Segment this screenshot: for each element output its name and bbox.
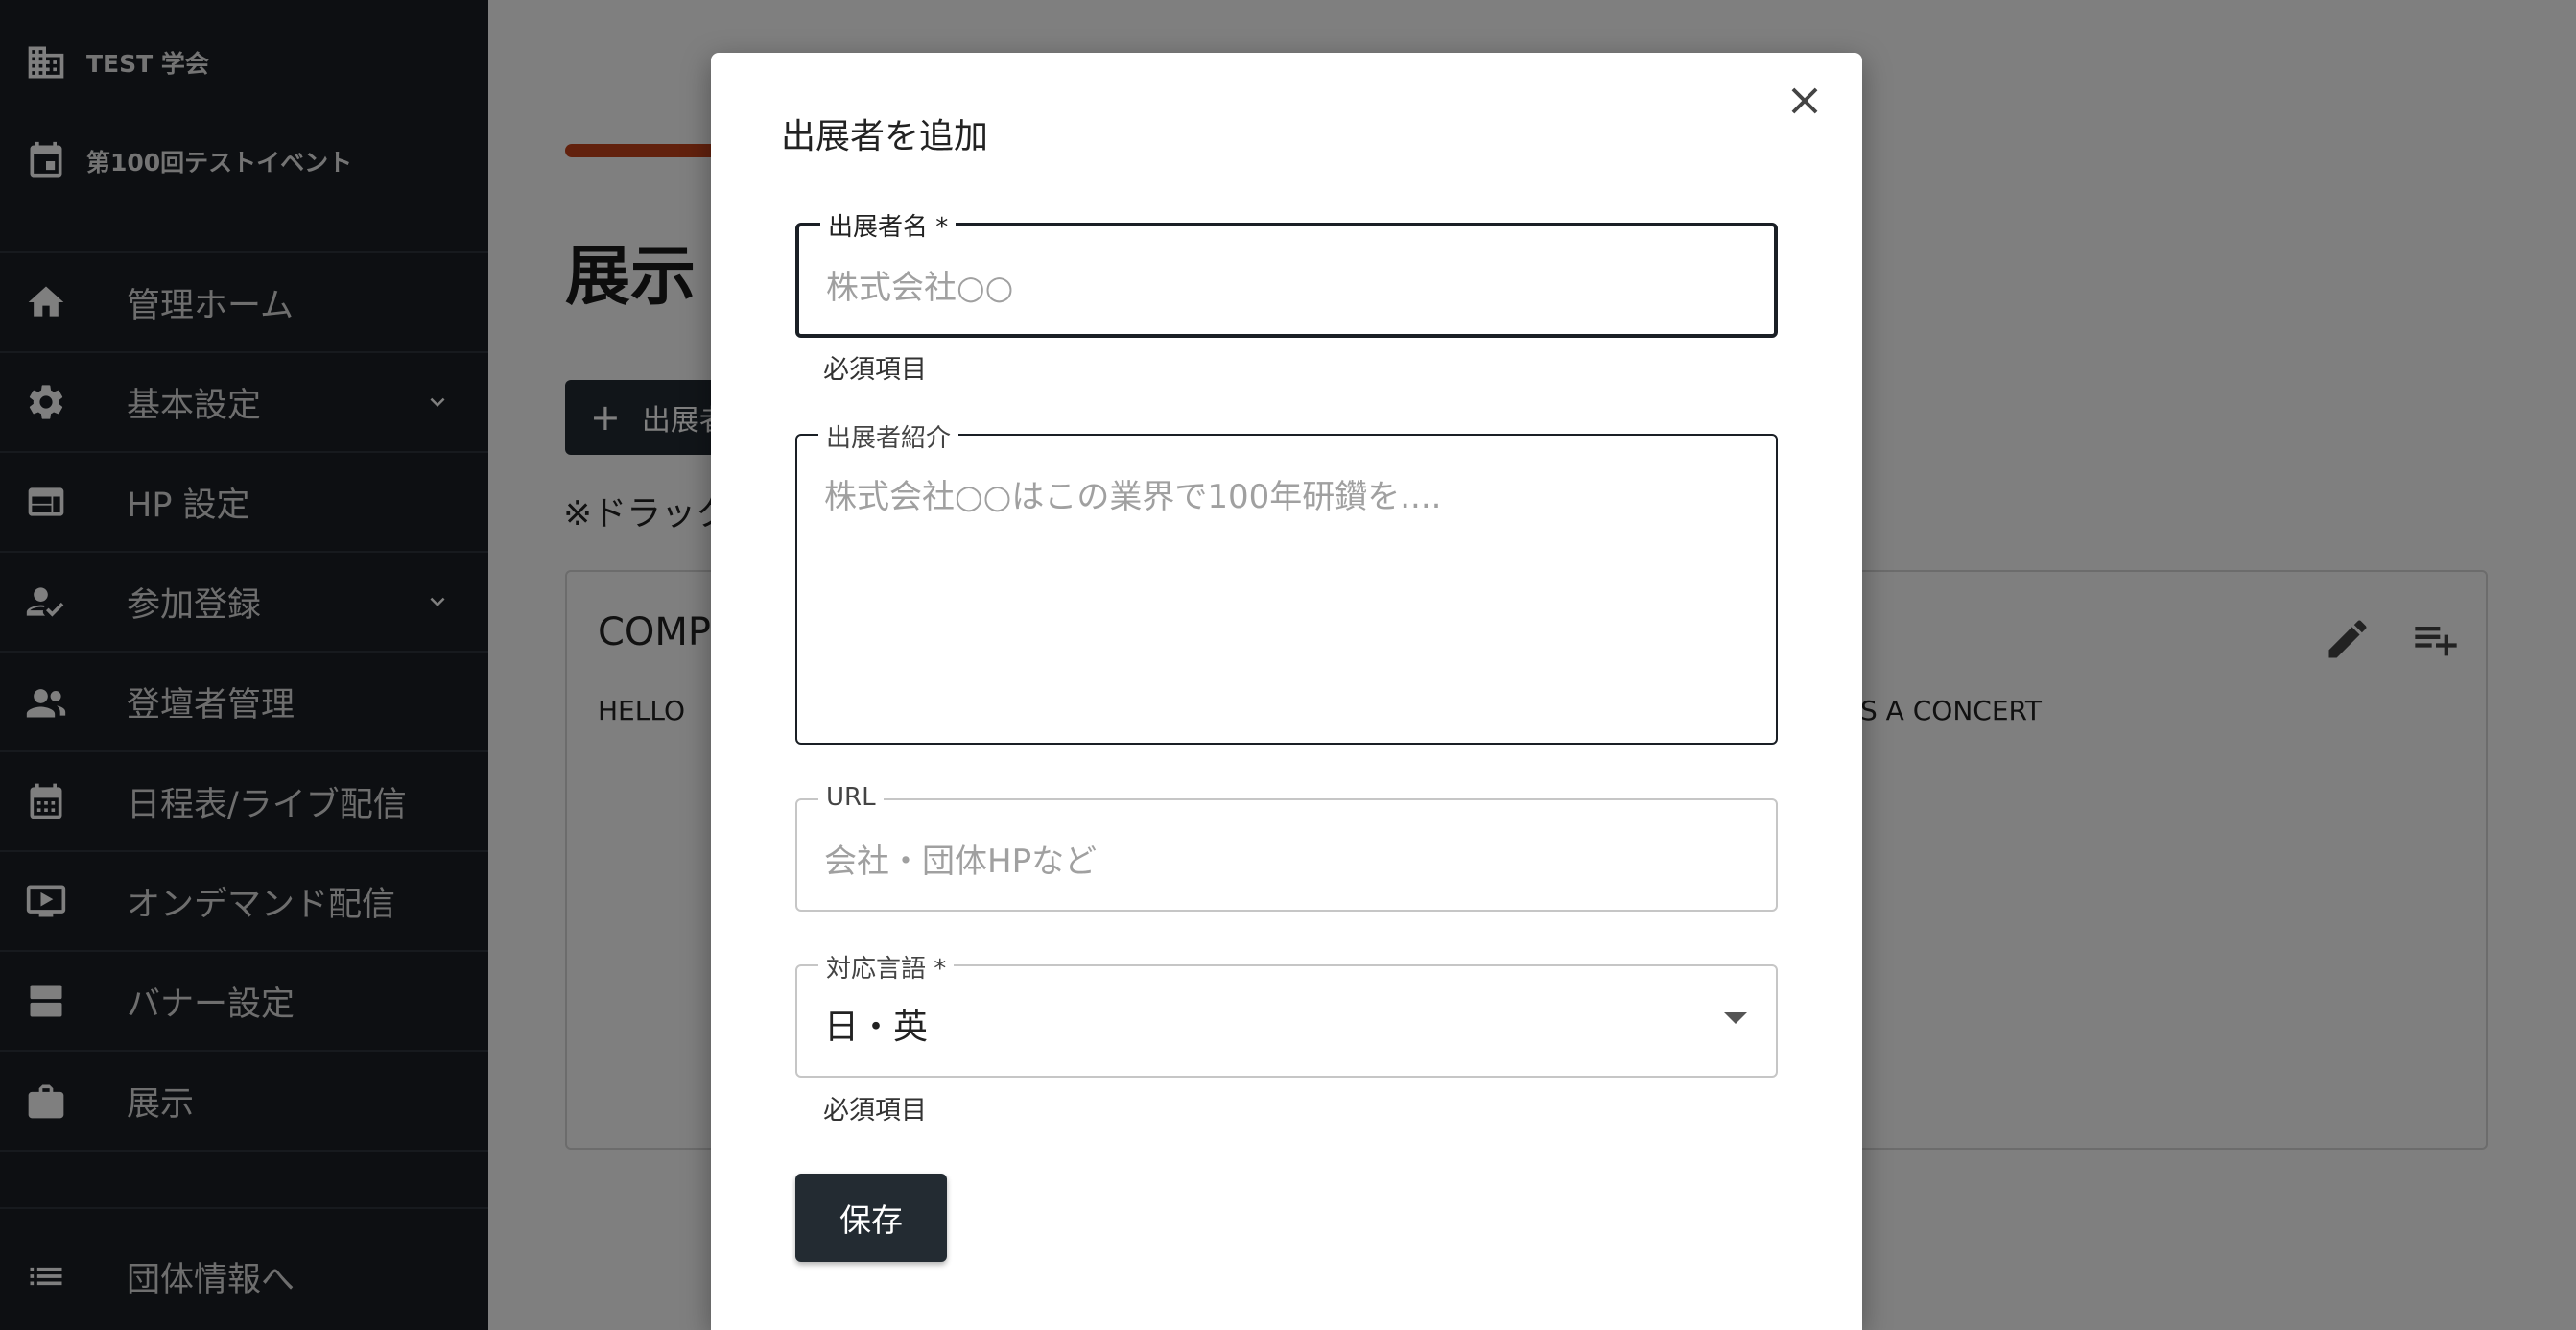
url-input[interactable]: URL 会社・団体HPなど xyxy=(795,783,1778,912)
exhibitor-name-helper: 必須項目 xyxy=(823,355,927,385)
language-helper: 必須項目 xyxy=(823,1096,927,1126)
url-placeholder: 会社・団体HPなど xyxy=(824,843,1098,881)
exhibitor-description-label: 出展者紹介 xyxy=(818,418,959,454)
language-select[interactable]: 対応言語 * 日・英 xyxy=(795,949,1778,1078)
language-selected-value: 日・英 xyxy=(824,1008,929,1047)
exhibitor-name-placeholder: 株式会社○○ xyxy=(826,269,1014,307)
language-label: 対応言語 * xyxy=(818,949,955,985)
dropdown-caret-icon xyxy=(1724,1012,1747,1024)
close-icon xyxy=(1791,87,1818,114)
dialog-title: 出展者を追加 xyxy=(781,117,989,156)
add-exhibitor-dialog: 出展者を追加 出展者名 * 株式会社○○ 必須項目 出展者紹介 株式会社○○はこ… xyxy=(711,53,1862,1330)
exhibitor-name-input[interactable]: 出展者名 * 株式会社○○ xyxy=(795,207,1778,338)
exhibitor-description-textarea[interactable]: 出展者紹介 株式会社○○はこの業界で100年研鑽を.... xyxy=(795,418,1778,745)
exhibitor-description-placeholder: 株式会社○○はこの業界で100年研鑽を.... xyxy=(824,478,1442,516)
save-button[interactable]: 保存 xyxy=(795,1174,947,1262)
url-label: URL xyxy=(818,783,884,812)
close-button[interactable] xyxy=(1778,74,1832,128)
exhibitor-name-label: 出展者名 * xyxy=(820,207,957,243)
